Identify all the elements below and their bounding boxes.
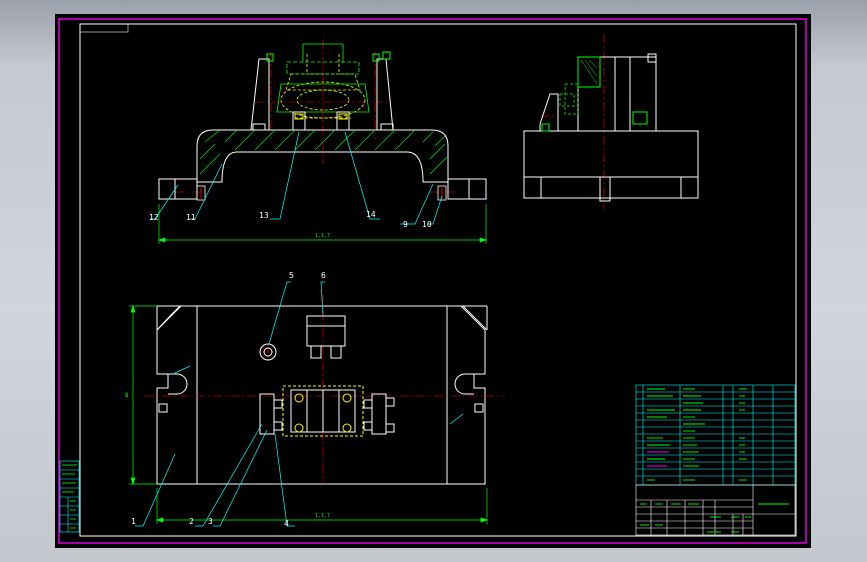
- balloon-14: 14: [366, 210, 376, 219]
- cad-application-background: 1.1.7 12 11 13 14 9 10 8 1.1.7 1 2 3 4 5…: [0, 0, 867, 562]
- balloon-1: 1: [131, 517, 136, 526]
- drawing-viewport[interactable]: 1.1.7 12 11 13 14 9 10 8 1.1.7 1 2 3 4 5…: [55, 14, 811, 548]
- plan-width-dim: 1.1.7: [315, 513, 330, 519]
- balloon-4: 4: [284, 519, 289, 528]
- balloon-13: 13: [259, 211, 269, 220]
- balloon-11: 11: [186, 213, 196, 222]
- balloon-10: 10: [422, 220, 432, 229]
- balloon-12: 12: [149, 213, 159, 222]
- front-width-dim: 1.1.7: [315, 233, 330, 239]
- balloon-2: 2: [189, 517, 194, 526]
- balloon-5: 5: [289, 271, 294, 280]
- balloon-3: 3: [208, 517, 213, 526]
- balloon-6: 6: [321, 271, 326, 280]
- canvas-background: [55, 14, 811, 548]
- plan-height-dim: 8: [125, 392, 129, 399]
- balloon-9: 9: [403, 220, 408, 229]
- drawing-canvas: 1.1.7 12 11 13 14 9 10 8 1.1.7 1 2 3 4 5…: [55, 14, 811, 548]
